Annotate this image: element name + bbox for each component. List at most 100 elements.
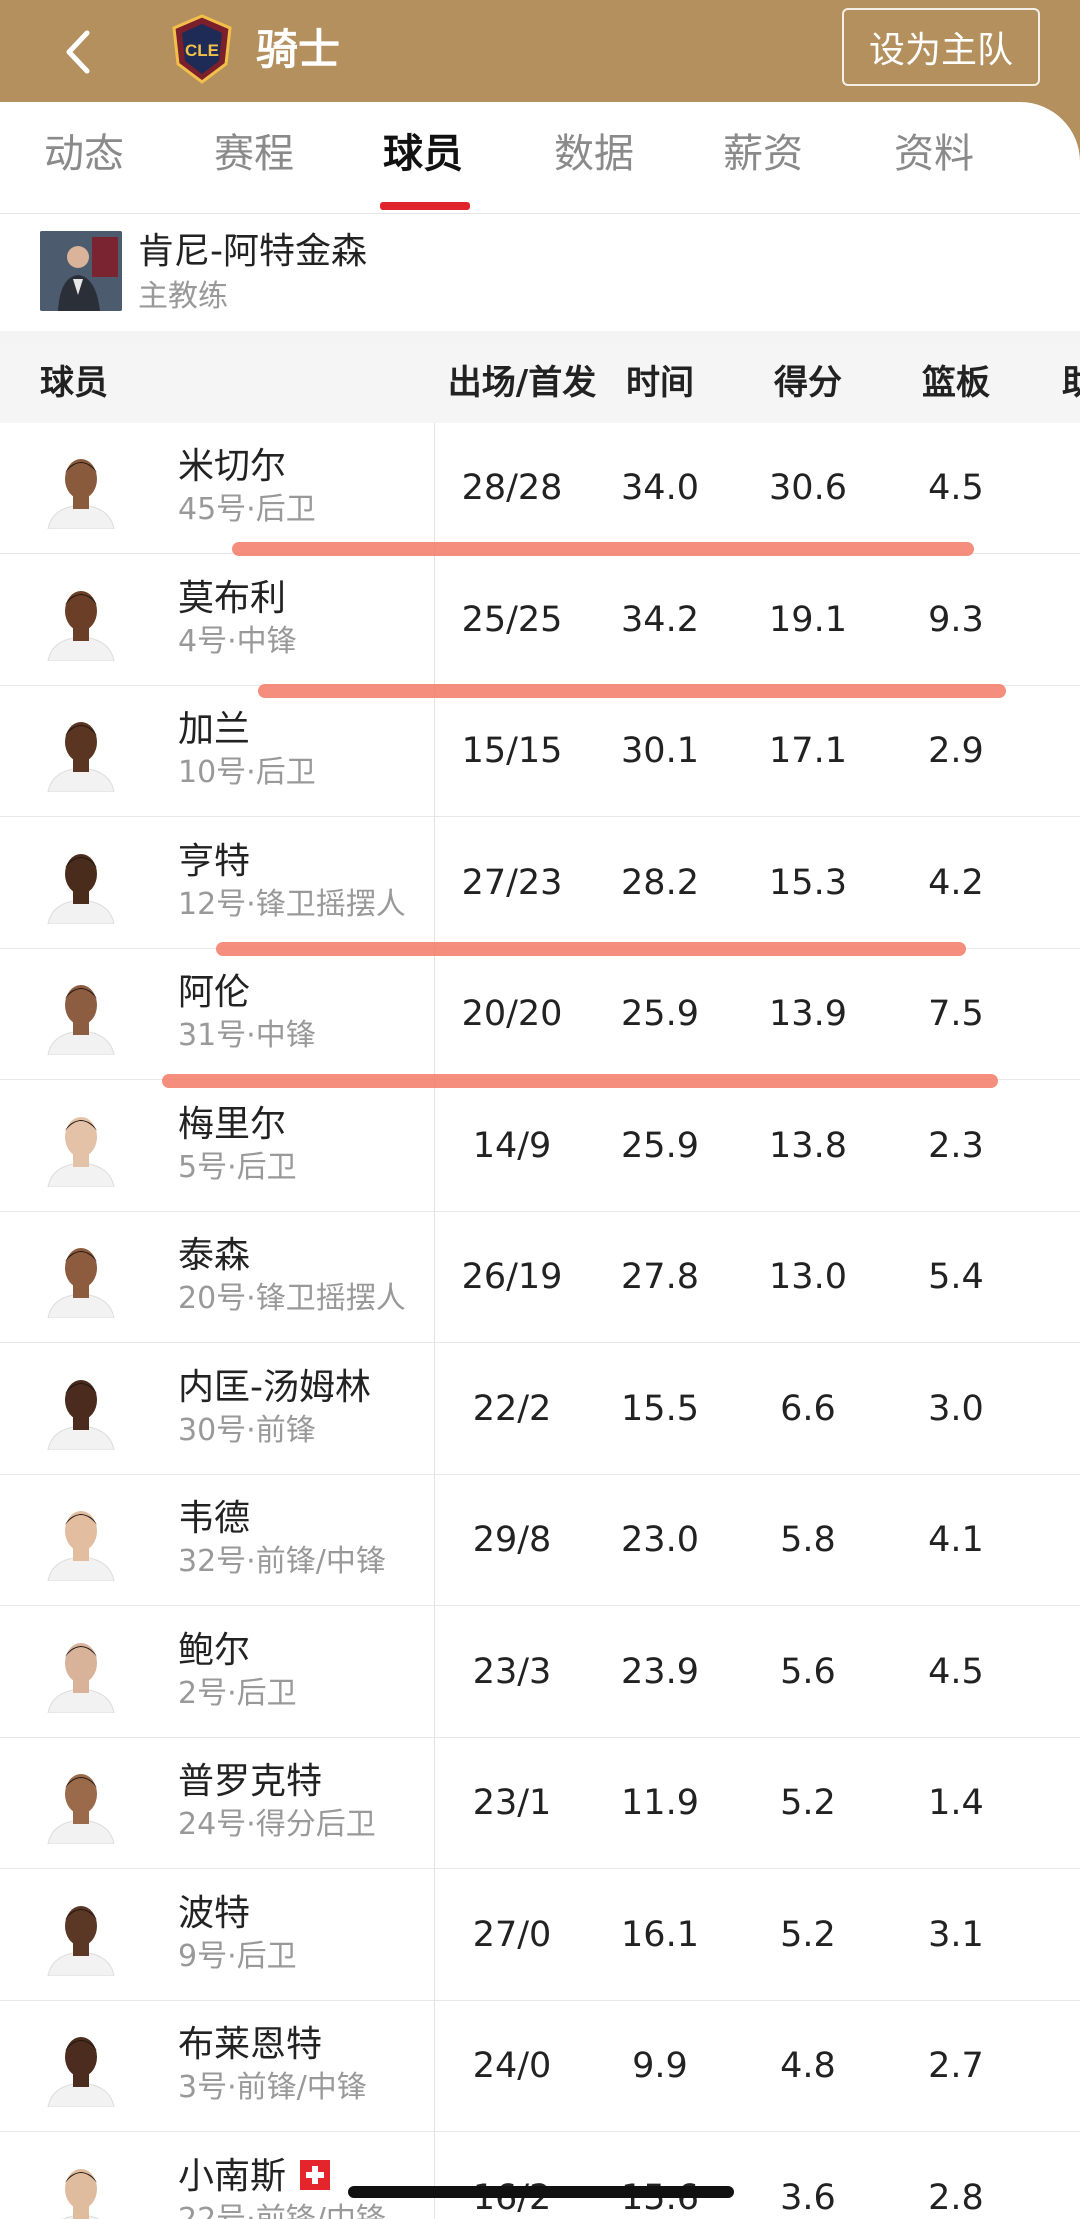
games-started-cell: 15/15 bbox=[461, 731, 563, 771]
minutes-cell: 9.9 bbox=[632, 2046, 688, 2086]
player-name-text: 韦德 bbox=[178, 1498, 251, 1539]
player-name: 韦德 bbox=[178, 1495, 250, 1543]
home-indicator[interactable] bbox=[348, 2186, 734, 2198]
player-avatar bbox=[40, 2027, 122, 2107]
tab-salary[interactable]: 薪资 bbox=[703, 124, 823, 184]
table-header: 球员 出场/首发 时间 得分 篮板 助 bbox=[0, 343, 1080, 423]
player-row[interactable]: 内匡-汤姆林 30号·前锋 22/2 15.5 6.6 3.0 bbox=[0, 1344, 1080, 1475]
player-row[interactable]: 阿伦 31号·中锋 20/20 25.9 13.9 7.5 bbox=[0, 949, 1080, 1080]
tab-schedule[interactable]: 赛程 bbox=[194, 124, 314, 184]
minutes-cell: 23.0 bbox=[621, 1520, 699, 1560]
swiss-flag-icon bbox=[300, 2160, 331, 2190]
tab-news[interactable]: 动态 bbox=[24, 124, 144, 184]
player-avatar bbox=[40, 2159, 122, 2219]
rebounds-cell: 1.4 bbox=[928, 1783, 984, 1823]
points-cell: 5.2 bbox=[780, 1915, 836, 1955]
coach-row[interactable]: 肯尼-阿特金森 主教练 bbox=[0, 215, 1080, 341]
player-row[interactable]: 韦德 32号·前锋/中锋 29/8 23.0 5.8 4.1 bbox=[0, 1475, 1080, 1606]
points-cell: 13.8 bbox=[769, 1126, 847, 1166]
minutes-cell: 23.9 bbox=[621, 1652, 699, 1692]
player-row[interactable]: 普罗克特 24号·得分后卫 23/1 11.9 5.2 1.4 bbox=[0, 1738, 1080, 1869]
points-cell: 4.8 bbox=[780, 2046, 836, 2086]
highlight-mark bbox=[232, 542, 974, 556]
app-root: CLE 骑士 设为主队 动态 赛程 球员 数据 薪资 资料 肯尼-阿特金森 主教… bbox=[0, 0, 1080, 2219]
active-tab-indicator bbox=[380, 202, 470, 210]
points-cell: 15.3 bbox=[769, 863, 847, 903]
tab-bar: 动态 赛程 球员 数据 薪资 资料 bbox=[0, 102, 1080, 214]
rebounds-cell: 4.1 bbox=[928, 1520, 984, 1560]
player-name-text: 莫布利 bbox=[178, 578, 287, 619]
player-avatar bbox=[40, 581, 122, 661]
games-started-cell: 23/1 bbox=[472, 1783, 552, 1823]
minutes-cell: 25.9 bbox=[621, 1126, 699, 1166]
header-rebounds[interactable]: 篮板 bbox=[906, 343, 1006, 423]
player-number-position: 32号·前锋/中锋 bbox=[178, 1544, 386, 1579]
player-name-text: 布莱恩特 bbox=[178, 2024, 323, 2065]
player-name-text: 普罗克特 bbox=[178, 1761, 323, 1802]
player-row[interactable]: 布莱恩特 3号·前锋/中锋 24/0 9.9 4.8 2.7 bbox=[0, 2001, 1080, 2132]
rebounds-cell: 5.4 bbox=[928, 1257, 984, 1297]
tab-players[interactable]: 球员 bbox=[363, 124, 483, 184]
player-row[interactable]: 亨特 12号·锋卫摇摆人 27/23 28.2 15.3 4.2 bbox=[0, 818, 1080, 949]
player-name-text: 鲍尔 bbox=[178, 1630, 251, 1671]
highlight-mark bbox=[162, 1074, 998, 1088]
minutes-cell: 28.2 bbox=[621, 863, 699, 903]
player-name-text: 梅里尔 bbox=[178, 1104, 287, 1145]
back-button[interactable] bbox=[48, 22, 108, 82]
minutes-cell: 30.1 bbox=[621, 731, 699, 771]
player-avatar bbox=[40, 1370, 122, 1450]
points-cell: 3.6 bbox=[780, 2178, 836, 2218]
player-name: 布莱恩特 bbox=[178, 2021, 322, 2069]
player-avatar bbox=[40, 1896, 122, 1976]
points-cell: 13.0 bbox=[769, 1257, 847, 1297]
coach-photo bbox=[40, 231, 122, 311]
player-name-text: 加兰 bbox=[178, 709, 251, 750]
points-cell: 19.1 bbox=[769, 600, 847, 640]
player-name-text: 波特 bbox=[178, 1893, 251, 1934]
player-row[interactable]: 波特 9号·后卫 27/0 16.1 5.2 3.1 bbox=[0, 1870, 1080, 2001]
player-row[interactable]: 加兰 10号·后卫 15/15 30.1 17.1 2.9 bbox=[0, 686, 1080, 817]
set-home-team-button[interactable]: 设为主队 bbox=[842, 8, 1040, 86]
player-avatar bbox=[40, 1764, 122, 1844]
player-avatar bbox=[40, 449, 122, 529]
games-started-cell: 27/0 bbox=[472, 1915, 552, 1955]
top-bar: CLE 骑士 设为主队 bbox=[0, 0, 1080, 102]
games-started-cell: 28/28 bbox=[461, 468, 563, 508]
player-number-position: 45号·后卫 bbox=[178, 492, 316, 527]
player-name: 鲍尔 bbox=[178, 1627, 250, 1675]
header-player: 球员 bbox=[40, 363, 108, 403]
player-name-text: 亨特 bbox=[178, 841, 251, 882]
player-row[interactable]: 鲍尔 2号·后卫 23/3 23.9 5.6 4.5 bbox=[0, 1607, 1080, 1738]
games-started-cell: 14/9 bbox=[472, 1126, 552, 1166]
player-row[interactable]: 莫布利 4号·中锋 25/25 34.2 19.1 9.3 bbox=[0, 555, 1080, 686]
minutes-cell: 27.8 bbox=[621, 1257, 699, 1297]
tab-info[interactable]: 资料 bbox=[874, 124, 994, 184]
highlight-mark bbox=[216, 942, 966, 956]
player-avatar bbox=[40, 712, 122, 792]
minutes-cell: 34.0 bbox=[621, 468, 699, 508]
games-started-cell: 27/23 bbox=[461, 863, 563, 903]
header-games[interactable]: 出场/首发 bbox=[432, 343, 612, 423]
player-name: 阿伦 bbox=[178, 969, 250, 1017]
games-started-cell: 26/19 bbox=[461, 1257, 563, 1297]
rebounds-cell: 2.3 bbox=[928, 1126, 984, 1166]
player-name: 亨特 bbox=[178, 838, 250, 886]
player-row[interactable]: 米切尔 45号·后卫 28/28 34.0 30.6 4.5 bbox=[0, 423, 1080, 554]
rebounds-cell: 4.2 bbox=[928, 863, 984, 903]
rebounds-cell: 2.7 bbox=[928, 2046, 984, 2086]
player-name-text: 泰森 bbox=[178, 1235, 251, 1276]
header-minutes[interactable]: 时间 bbox=[610, 343, 710, 423]
player-row[interactable]: 梅里尔 5号·后卫 14/9 25.9 13.8 2.3 bbox=[0, 1081, 1080, 1212]
player-name: 米切尔 bbox=[178, 443, 286, 491]
rebounds-cell: 4.5 bbox=[928, 1652, 984, 1692]
rebounds-cell: 4.5 bbox=[928, 468, 984, 508]
player-row[interactable]: 小南斯22号·前锋/中锋 16/2 15.6 3.6 2.8 bbox=[0, 2133, 1080, 2219]
coach-name: 肯尼-阿特金森 bbox=[138, 231, 367, 272]
header-assists[interactable]: 助 bbox=[1062, 343, 1080, 423]
games-started-cell: 25/25 bbox=[461, 600, 563, 640]
team-logo: CLE bbox=[170, 14, 234, 84]
player-row[interactable]: 泰森 20号·锋卫摇摆人 26/19 27.8 13.0 5.4 bbox=[0, 1212, 1080, 1343]
player-avatar bbox=[40, 1107, 122, 1187]
tab-stats[interactable]: 数据 bbox=[534, 124, 654, 184]
header-points[interactable]: 得分 bbox=[758, 343, 858, 423]
